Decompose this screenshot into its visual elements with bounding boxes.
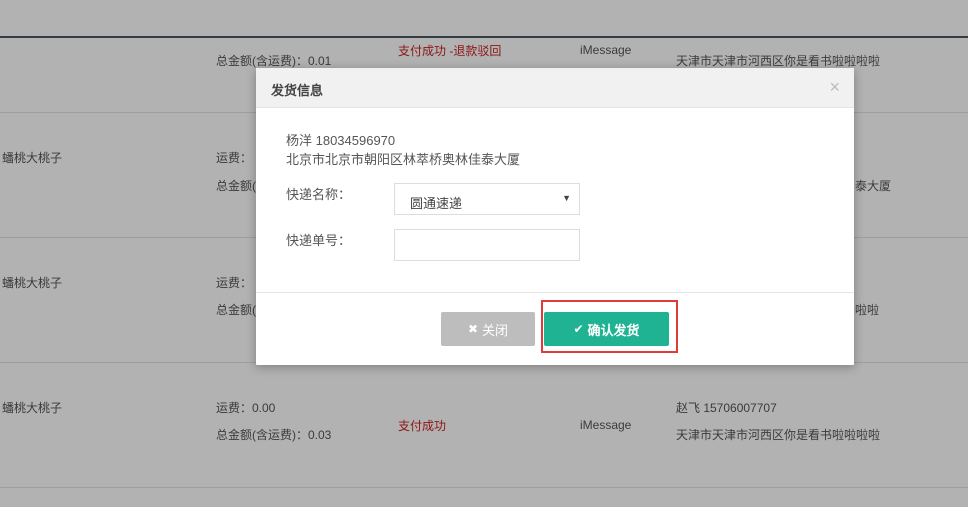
dialog-header: 发货信息 ×	[256, 68, 854, 108]
times-icon: ✖	[467, 322, 479, 336]
courier-selected-value: 圆通速递	[410, 196, 463, 211]
dialog-body: 杨洋 18034596970 北京市北京市朝阳区林萃桥奥林佳泰大厦 快递名称： …	[256, 108, 854, 293]
tracking-number-input[interactable]	[394, 229, 580, 261]
courier-label: 快递名称：	[286, 187, 352, 202]
dialog-title: 发货信息	[271, 83, 324, 98]
courier-select[interactable]: 圆通速递 ▼	[394, 183, 580, 215]
close-button[interactable]: ✖ 关闭	[441, 312, 535, 346]
close-button-label: 关闭	[482, 322, 509, 338]
tracking-label: 快递单号：	[286, 233, 352, 248]
recipient-info: 杨洋 18034596970	[286, 133, 396, 148]
recipient-address: 北京市北京市朝阳区林萃桥奥林佳泰大厦	[286, 152, 521, 167]
check-icon: ✔	[573, 322, 584, 336]
confirm-shipment-button[interactable]: ✔ 确认发货	[544, 312, 669, 346]
confirm-button-label: 确认发货	[587, 322, 640, 338]
close-icon[interactable]: ×	[829, 77, 840, 98]
dialog-footer: ✖ 关闭 ✔ 确认发货	[256, 293, 854, 366]
caret-down-icon: ▼	[562, 193, 571, 203]
shipping-dialog: 发货信息 × 杨洋 18034596970 北京市北京市朝阳区林萃桥奥林佳泰大厦…	[256, 68, 854, 365]
